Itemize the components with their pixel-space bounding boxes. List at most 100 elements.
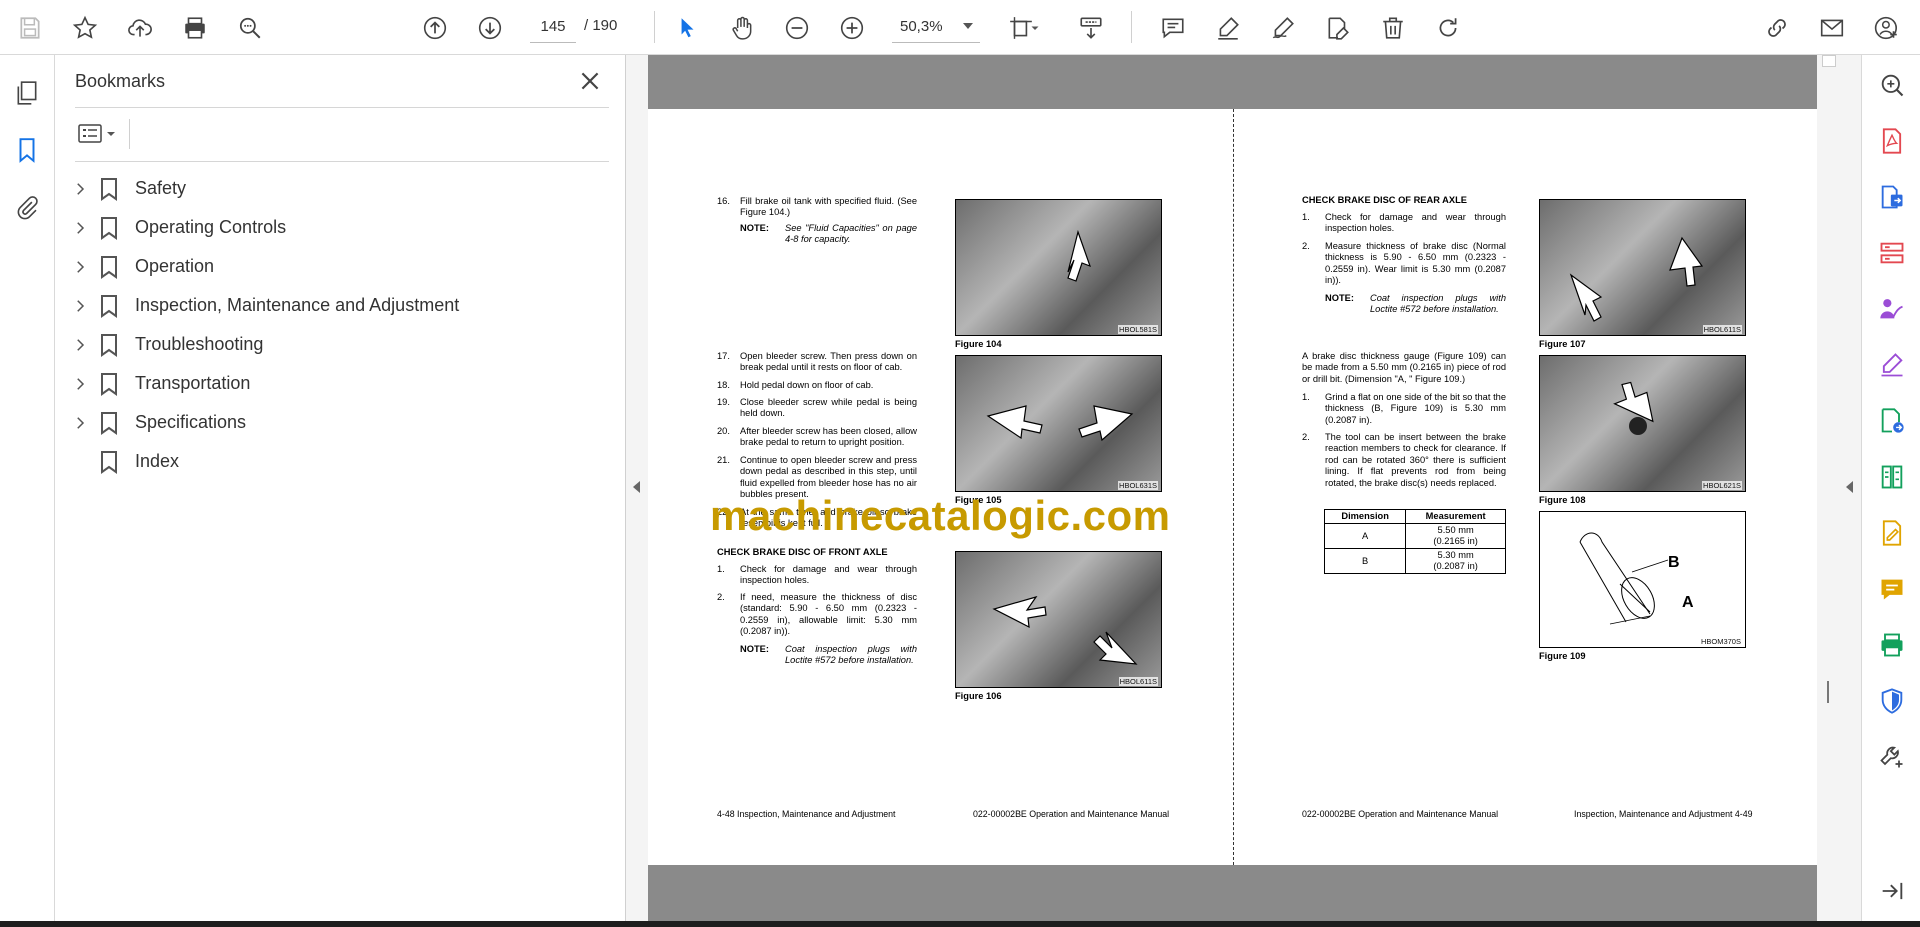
collapse-tools-icon[interactable] bbox=[1876, 875, 1908, 907]
page-thumbnails-icon[interactable] bbox=[11, 77, 43, 109]
comment-tool-icon[interactable] bbox=[1876, 573, 1908, 605]
previous-page-icon[interactable] bbox=[419, 12, 451, 44]
figure-caption: Figure 109 bbox=[1539, 651, 1586, 661]
highlight-pen-icon[interactable] bbox=[1212, 12, 1244, 44]
bookmark-panel-icon[interactable] bbox=[11, 134, 43, 166]
email-icon[interactable] bbox=[1816, 12, 1848, 44]
bookmark-icon bbox=[101, 411, 117, 435]
page-number-input[interactable] bbox=[530, 11, 576, 43]
chevron-right-icon[interactable] bbox=[69, 295, 91, 317]
request-signatures-icon[interactable] bbox=[1876, 293, 1908, 325]
bookmark-item-specifications[interactable]: Specifications bbox=[69, 403, 609, 442]
pdf-spread: 16. Fill brake oil tank with specified f… bbox=[648, 109, 1817, 865]
user-account-icon[interactable] bbox=[1871, 12, 1903, 44]
create-pdf-icon[interactable] bbox=[1876, 125, 1908, 157]
bookmark-item-index[interactable]: Index bbox=[69, 442, 609, 481]
draw-pen-icon[interactable] bbox=[1267, 12, 1299, 44]
print-icon[interactable] bbox=[179, 12, 211, 44]
cloud-upload-icon[interactable] bbox=[124, 12, 156, 44]
zoom-out-icon[interactable] bbox=[781, 12, 813, 44]
organize-pages-icon[interactable] bbox=[1876, 237, 1908, 269]
select-cursor-icon[interactable] bbox=[671, 12, 703, 44]
bookmark-options-button[interactable] bbox=[75, 119, 123, 149]
attachment-icon[interactable] bbox=[11, 191, 43, 223]
chevron-right-icon[interactable] bbox=[69, 217, 91, 239]
arrow-icon bbox=[1067, 229, 1091, 282]
taskbar-strip bbox=[0, 921, 1920, 927]
figure-104-photo: HBOL581S bbox=[955, 199, 1162, 336]
save-icon[interactable] bbox=[14, 12, 46, 44]
bookmark-item-safety[interactable]: Safety bbox=[69, 169, 609, 208]
bookmark-icon bbox=[101, 450, 117, 474]
hand-tool-icon[interactable] bbox=[726, 12, 758, 44]
next-page-icon[interactable] bbox=[474, 12, 506, 44]
rear-step-2: 2. Measure thickness of brake disc (Norm… bbox=[1302, 241, 1506, 287]
step-number: 18. bbox=[717, 380, 730, 390]
search-icon[interactable] bbox=[234, 12, 266, 44]
zoom-search-icon[interactable] bbox=[1876, 69, 1908, 101]
scrollbar-thumb[interactable] bbox=[1827, 681, 1829, 703]
arrow-icon bbox=[992, 595, 1138, 665]
share-link-icon[interactable] bbox=[1761, 12, 1793, 44]
chevron-right-icon[interactable] bbox=[69, 256, 91, 278]
section-heading: CHECK BRAKE DISC OF FRONT AXLE bbox=[717, 547, 888, 557]
comment-icon[interactable] bbox=[1157, 12, 1189, 44]
scrollbar-cap bbox=[1822, 55, 1836, 67]
zoom-in-icon[interactable] bbox=[836, 12, 868, 44]
export-pdf-icon[interactable] bbox=[1876, 181, 1908, 213]
table-header-row: Dimension Measurement bbox=[1323, 509, 1506, 524]
step-number: 19. bbox=[717, 397, 730, 407]
chevron-right-icon[interactable] bbox=[69, 412, 91, 434]
page-footer-left: 022-00002BE Operation and Maintenance Ma… bbox=[1302, 809, 1499, 819]
close-icon[interactable] bbox=[577, 68, 603, 94]
note: NOTE: See "Fluid Capacities" on page 4-8… bbox=[740, 223, 917, 246]
more-tools-icon[interactable] bbox=[1876, 741, 1908, 773]
bookmark-label: Operation bbox=[135, 256, 215, 276]
dimension-table: Dimension Measurement A 5.50 mm (0.2165 i… bbox=[1323, 509, 1506, 574]
chevron-right-icon[interactable] bbox=[69, 334, 91, 356]
scroll-mode-icon[interactable] bbox=[1075, 12, 1107, 44]
rear-step-1: 1. Check for damage and wear through ins… bbox=[1302, 212, 1506, 235]
page-footer-left: 4-48 Inspection, Maintenance and Adjustm… bbox=[717, 809, 896, 819]
note: NOTE: Coat inspection plugs with Loctite… bbox=[1325, 293, 1506, 316]
star-icon[interactable] bbox=[69, 12, 101, 44]
left-navigation-rail bbox=[0, 55, 55, 921]
note-text: See "Fluid Capacities" on page 4-8 for c… bbox=[785, 223, 917, 245]
redo-icon[interactable] bbox=[1432, 12, 1464, 44]
chevron-down-icon[interactable] bbox=[963, 23, 973, 29]
trash-icon[interactable] bbox=[1377, 12, 1409, 44]
bookmark-item-transportation[interactable]: Transportation bbox=[69, 364, 609, 403]
figure-107-photo: HBOL611S bbox=[1539, 199, 1746, 336]
edit-pdf-icon[interactable] bbox=[1876, 517, 1908, 549]
print-production-icon[interactable] bbox=[1876, 629, 1908, 661]
document-viewport[interactable]: 16. Fill brake oil tank with specified f… bbox=[648, 55, 1817, 921]
edit-text-icon[interactable] bbox=[1322, 12, 1354, 44]
bookmark-item-operating-controls[interactable]: Operating Controls bbox=[69, 208, 609, 247]
bookmark-item-troubleshooting[interactable]: Troubleshooting bbox=[69, 325, 609, 364]
gauge-paragraph: A brake disc thickness gauge (Figure 109… bbox=[1302, 351, 1506, 384]
bookmark-item-operation[interactable]: Operation bbox=[69, 247, 609, 286]
send-for-review-icon[interactable] bbox=[1876, 405, 1908, 437]
chevron-down-icon[interactable] bbox=[1028, 12, 1042, 44]
fill-sign-icon[interactable] bbox=[1876, 349, 1908, 381]
document-scrollbar[interactable] bbox=[1817, 55, 1839, 921]
figure-code: HBOL621S bbox=[1702, 481, 1742, 490]
bookmark-item-inspection-maintenance[interactable]: Inspection, Maintenance and Adjustment bbox=[69, 286, 609, 325]
collapse-left-panel-handle[interactable] bbox=[626, 55, 648, 921]
chevron-right-icon[interactable] bbox=[69, 373, 91, 395]
chevron-right-icon[interactable] bbox=[69, 178, 91, 200]
step-number: 17. bbox=[717, 351, 730, 361]
collapse-right-panel-handle[interactable] bbox=[1839, 55, 1861, 921]
section-heading: CHECK BRAKE DISC OF REAR AXLE bbox=[1302, 195, 1467, 205]
gauge-step-2: 2. The tool can be insert between the br… bbox=[1302, 432, 1506, 502]
protect-icon[interactable] bbox=[1876, 685, 1908, 717]
zoom-level-value: 50,3% bbox=[900, 18, 943, 35]
figure-caption: Figure 104 bbox=[955, 339, 1002, 349]
diagram-label-a: A bbox=[1682, 594, 1694, 611]
compare-files-icon[interactable] bbox=[1876, 461, 1908, 493]
measurement-in: (0.2165 in) bbox=[1433, 536, 1478, 546]
step-text: Check for damage and wear through inspec… bbox=[1325, 212, 1506, 234]
step-text: Hold pedal down on floor of cab. bbox=[740, 380, 874, 390]
figure-105-photo: HBOL631S bbox=[955, 355, 1162, 492]
figure-code: HBOL631S bbox=[1118, 481, 1158, 490]
